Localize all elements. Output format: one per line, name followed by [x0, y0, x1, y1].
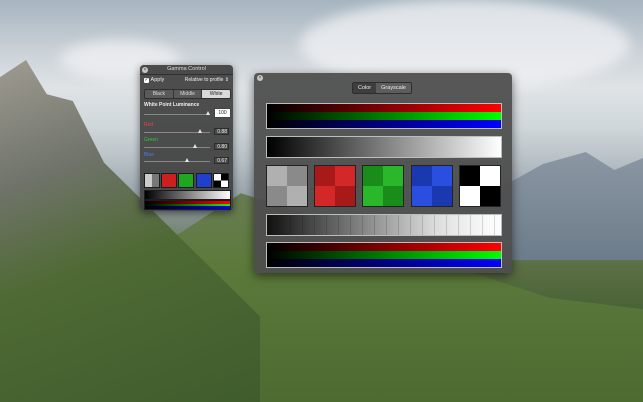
tab-color[interactable]: Color — [353, 83, 377, 93]
mode-select[interactable]: Relative to profile ⇕ — [185, 77, 229, 83]
grayscale-step-bar — [266, 214, 502, 236]
white-point-input[interactable]: 100 — [214, 108, 231, 118]
white-point-label: White Point Luminance — [144, 102, 200, 108]
green-slider[interactable] — [144, 147, 210, 148]
gamma-control-panel: × Gamma Control ✓ Apply Relative to prof… — [140, 65, 233, 211]
red-swatch — [161, 173, 177, 188]
blue-checker-block — [411, 165, 453, 207]
grayscale-gradient-bar — [266, 136, 502, 158]
gray-checker-block — [266, 165, 308, 207]
segment-black[interactable]: Black — [145, 90, 174, 98]
white-point-slider-knob[interactable] — [206, 111, 210, 115]
segment-control: Black Middle White — [144, 89, 231, 99]
panel-titlebar: × Gamma Control — [140, 65, 233, 75]
white-point-slider[interactable] — [144, 114, 210, 115]
green-label: Green — [144, 137, 158, 143]
bw-swatch — [213, 173, 229, 188]
segment-middle[interactable]: Middle — [173, 90, 203, 98]
apply-label: Apply — [150, 77, 165, 83]
red-slider-knob[interactable] — [198, 129, 202, 133]
rgb-gradient-strip — [144, 200, 231, 210]
tab-grayscale[interactable]: Grayscale — [376, 83, 411, 93]
green-slider-knob[interactable] — [193, 144, 197, 148]
panel-title: Gamma Control — [167, 66, 206, 72]
blue-label: Blue — [144, 152, 155, 158]
apply-checkbox[interactable]: ✓ — [144, 77, 149, 83]
green-checker-block — [362, 165, 404, 207]
blue-value[interactable]: 0.67 — [214, 157, 229, 164]
view-tabs: Color Grayscale — [352, 82, 412, 94]
gray-gradient-strip — [144, 190, 231, 200]
red-label: Red — [144, 122, 154, 128]
rgb-gradient-bar — [266, 103, 502, 129]
green-swatch — [178, 173, 194, 188]
green-value[interactable]: 0.80 — [214, 143, 229, 150]
chevron-updown-icon: ⇕ — [224, 77, 229, 83]
close-icon[interactable]: × — [257, 75, 263, 81]
red-value[interactable]: 0.88 — [214, 128, 229, 135]
red-checker-block — [314, 165, 356, 207]
bw-checker-block — [459, 165, 501, 207]
color-test-window: × Color Grayscale — [254, 73, 512, 273]
rgb-step-bar — [266, 242, 502, 268]
apply-row: ✓ Apply Relative to profile ⇕ — [144, 77, 229, 85]
gray-swatch — [144, 173, 160, 188]
mode-select-value: Relative to profile — [184, 77, 224, 83]
blue-slider[interactable] — [144, 161, 210, 162]
blue-swatch — [196, 173, 212, 188]
segment-white[interactable]: White — [202, 90, 230, 98]
blue-slider-knob[interactable] — [185, 158, 189, 162]
